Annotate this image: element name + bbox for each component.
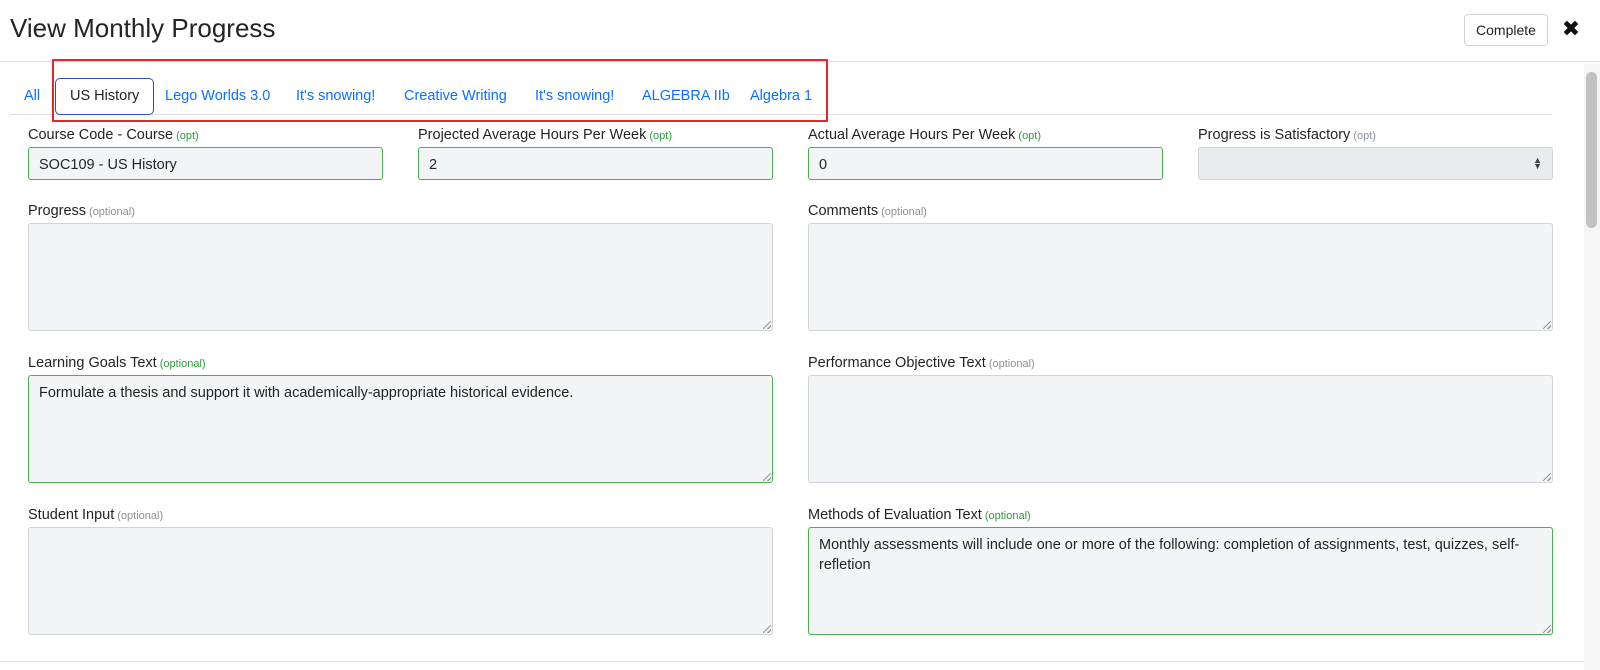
- tabs-highlight-box: [52, 59, 828, 122]
- resize-handle-icon[interactable]: [1543, 321, 1551, 329]
- learning-goals-textarea[interactable]: Formulate a thesis and support it with a…: [28, 375, 773, 483]
- performance-objective-label: Performance Objective Text (optional): [808, 355, 1035, 371]
- comments-textarea[interactable]: [808, 223, 1553, 331]
- satisfactory-label: Progress is Satisfactory (opt): [1198, 127, 1376, 143]
- course-code-value: SOC109 - US History: [39, 157, 177, 173]
- actual-hours-label: Actual Average Hours Per Week (opt): [808, 127, 1042, 143]
- course-code-label: Course Code - Course (opt): [28, 127, 199, 143]
- progress-label: Progress (optional): [28, 203, 135, 219]
- student-input-label: Student Input (optional): [28, 507, 164, 523]
- page-title: View Monthly Progress: [10, 13, 276, 43]
- satisfactory-select[interactable]: ▲ ▼: [1198, 147, 1553, 180]
- progress-textarea[interactable]: [28, 223, 773, 331]
- methods-evaluation-value: Monthly assessments will include one or …: [819, 537, 1520, 573]
- learning-goals-label: Learning Goals Text (optional): [28, 355, 206, 371]
- close-icon[interactable]: ✖: [1560, 16, 1582, 42]
- scrollbar-thumb[interactable]: [1586, 72, 1597, 228]
- divider: [0, 661, 1584, 662]
- actual-hours-field[interactable]: 0: [808, 147, 1163, 180]
- tab-all[interactable]: All: [24, 78, 40, 114]
- resize-handle-icon[interactable]: [1543, 473, 1551, 481]
- resize-handle-icon[interactable]: [763, 625, 771, 633]
- projected-hours-field[interactable]: 2: [418, 147, 773, 180]
- projected-hours-label: Projected Average Hours Per Week (opt): [418, 127, 672, 143]
- comments-label: Comments (optional): [808, 203, 927, 219]
- performance-objective-textarea[interactable]: [808, 375, 1553, 483]
- resize-handle-icon[interactable]: [763, 321, 771, 329]
- modal-header: View Monthly Progress Complete ✖: [0, 0, 1600, 62]
- student-input-textarea[interactable]: [28, 527, 773, 635]
- vertical-scrollbar[interactable]: [1584, 64, 1600, 670]
- learning-goals-value: Formulate a thesis and support it with a…: [39, 385, 574, 401]
- methods-evaluation-label: Methods of Evaluation Text (optional): [808, 507, 1031, 523]
- course-code-field[interactable]: SOC109 - US History: [28, 147, 383, 180]
- methods-evaluation-textarea[interactable]: Monthly assessments will include one or …: [808, 527, 1553, 635]
- resize-handle-icon[interactable]: [763, 473, 771, 481]
- actual-hours-value: 0: [819, 157, 828, 173]
- complete-button[interactable]: Complete: [1464, 14, 1548, 46]
- select-arrows-icon: ▲ ▼: [1533, 155, 1542, 171]
- projected-hours-value: 2: [429, 157, 438, 173]
- resize-handle-icon[interactable]: [1543, 625, 1551, 633]
